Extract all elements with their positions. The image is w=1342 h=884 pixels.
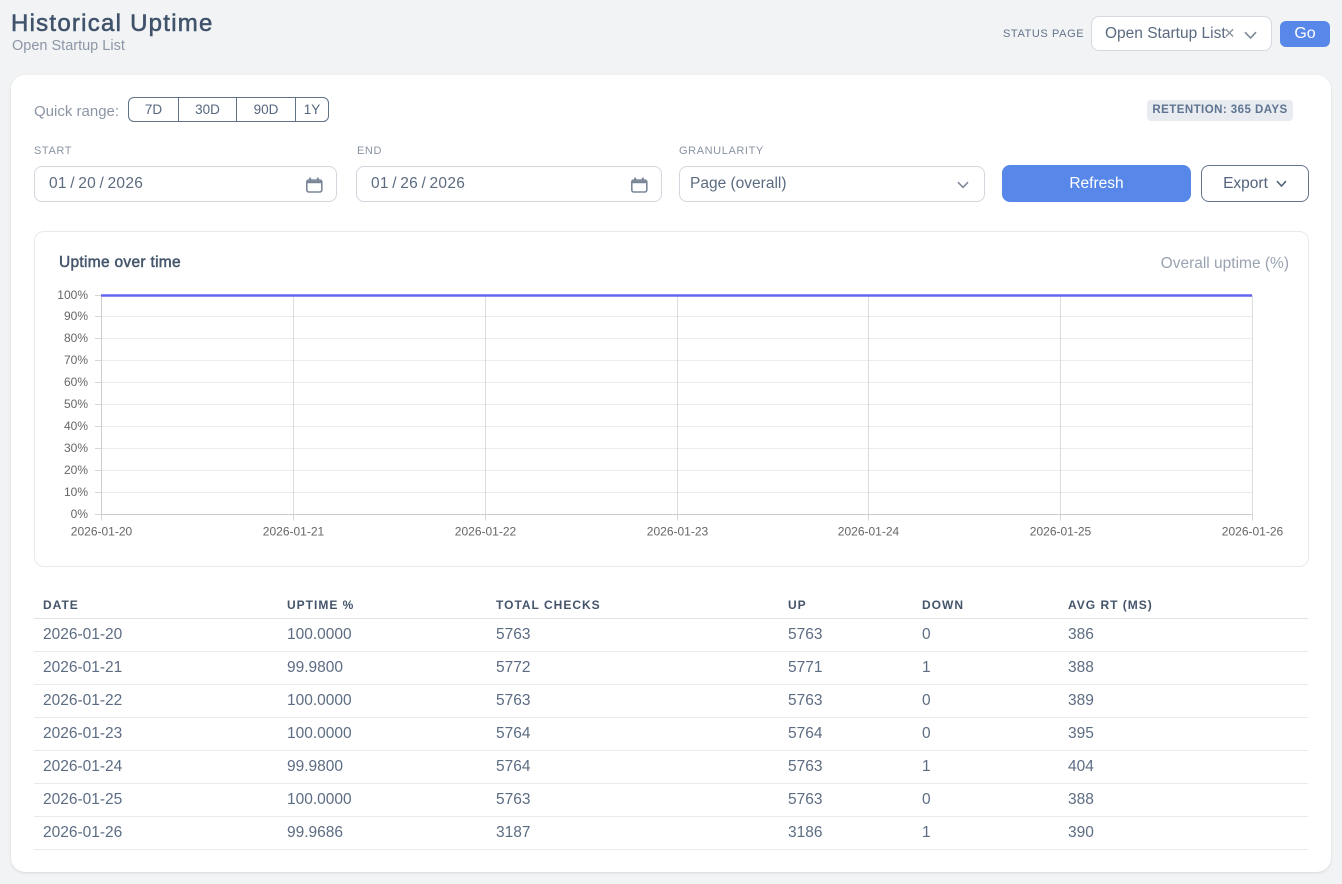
svg-text:50%: 50% — [64, 397, 88, 411]
svg-text:60%: 60% — [64, 375, 88, 389]
svg-text:2026-01-24: 2026-01-24 — [838, 525, 900, 539]
svg-text:100%: 100% — [57, 288, 88, 302]
svg-text:30%: 30% — [64, 441, 88, 455]
svg-text:2026-01-21: 2026-01-21 — [263, 525, 325, 539]
svg-text:2026-01-25: 2026-01-25 — [1030, 525, 1092, 539]
svg-text:90%: 90% — [64, 309, 88, 323]
svg-text:2026-01-20: 2026-01-20 — [71, 525, 133, 539]
svg-text:2026-01-23: 2026-01-23 — [647, 525, 709, 539]
svg-text:2026-01-26: 2026-01-26 — [1222, 525, 1284, 539]
svg-text:70%: 70% — [64, 353, 88, 367]
svg-text:20%: 20% — [64, 463, 88, 477]
svg-text:40%: 40% — [64, 419, 88, 433]
svg-text:80%: 80% — [64, 331, 88, 345]
svg-text:2026-01-22: 2026-01-22 — [455, 525, 517, 539]
svg-text:10%: 10% — [64, 485, 88, 499]
svg-text:0%: 0% — [71, 507, 89, 521]
